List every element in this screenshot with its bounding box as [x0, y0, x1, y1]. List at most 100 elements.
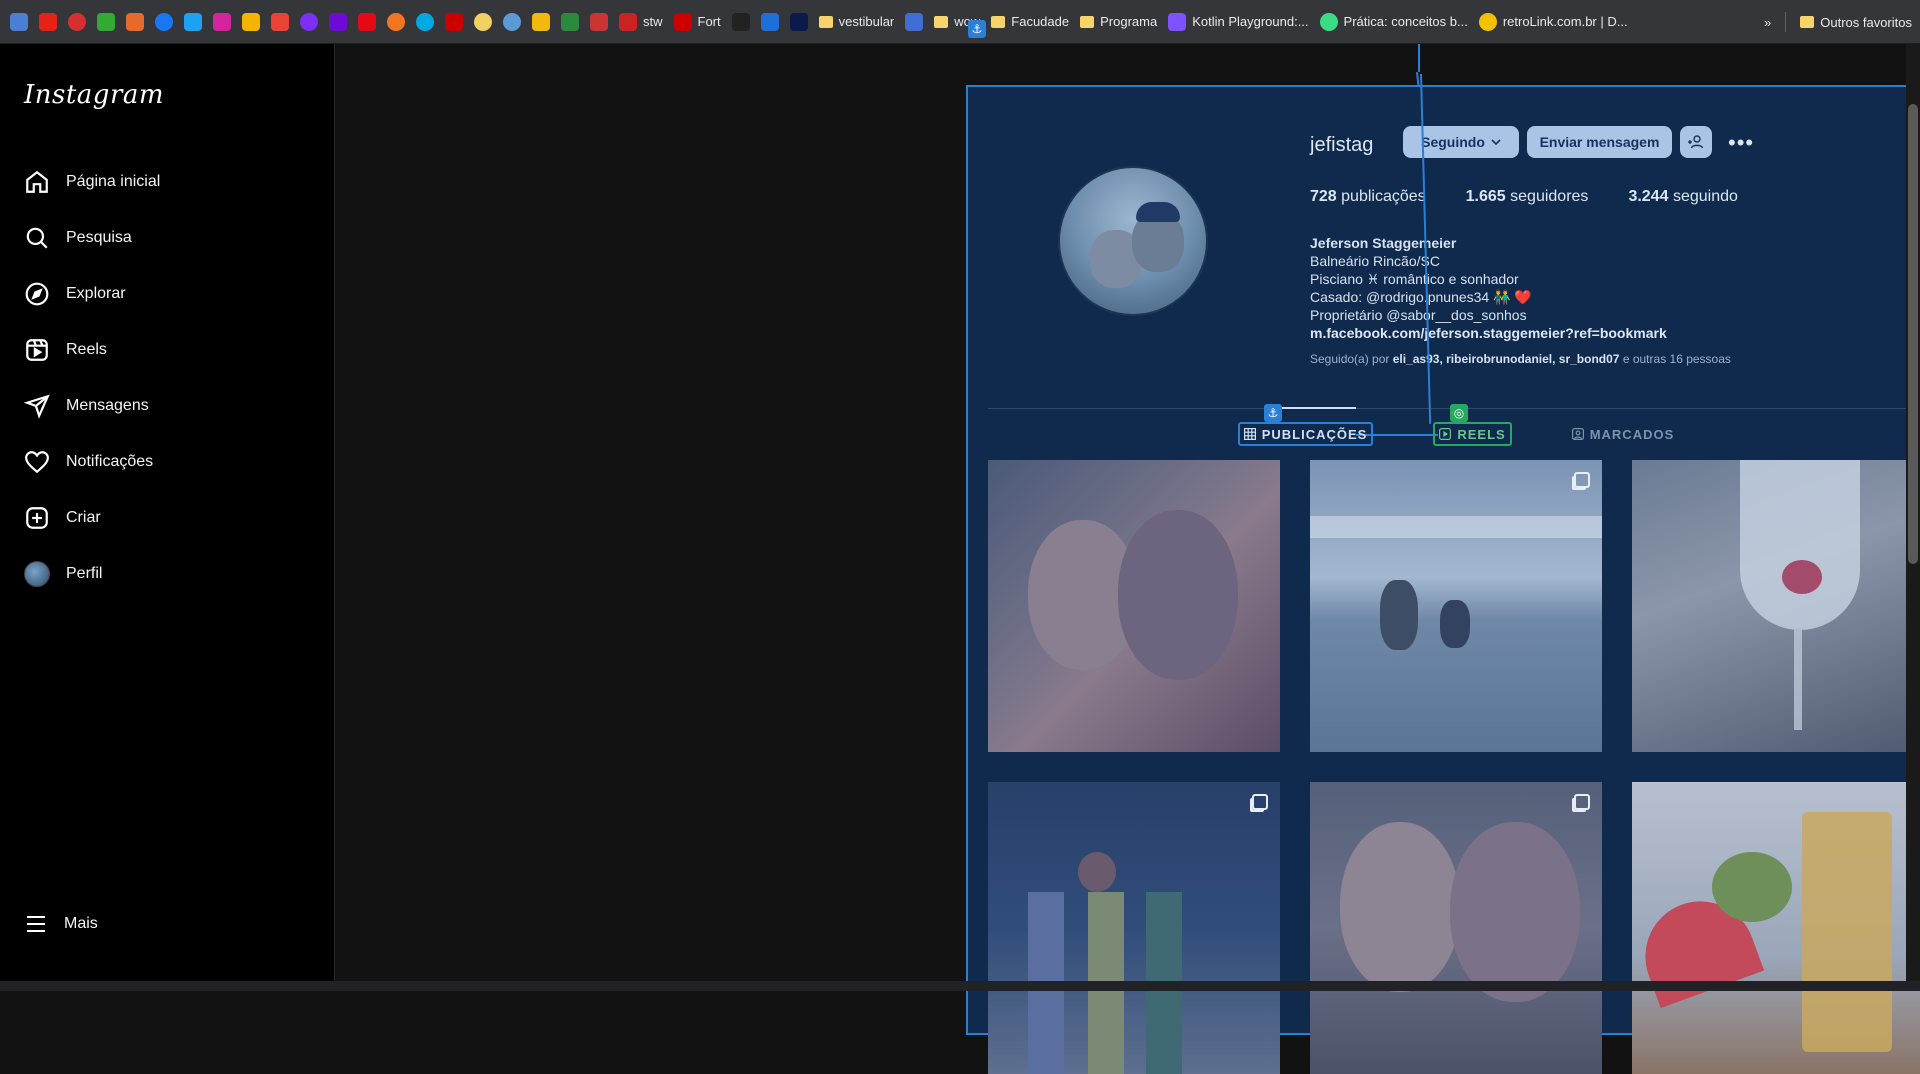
- carousel-icon: [1252, 794, 1268, 810]
- photos-icon[interactable]: [242, 13, 260, 31]
- carousel-icon: [1574, 794, 1590, 810]
- add-user-button[interactable]: [1680, 126, 1712, 158]
- anchor-icon: ⚓: [1264, 404, 1282, 422]
- bookmark-icon[interactable]: [503, 13, 521, 31]
- instagram-icon[interactable]: [213, 13, 231, 31]
- bookmark-icon[interactable]: [561, 13, 579, 31]
- binance-icon[interactable]: [532, 13, 550, 31]
- photo-subject: [1380, 580, 1418, 650]
- crunchyroll-icon[interactable]: [387, 13, 405, 31]
- photo-wave: [1310, 516, 1602, 538]
- plus-square-icon: [24, 505, 50, 531]
- bookmark-icon[interactable]: [474, 13, 492, 31]
- youtube-music-icon[interactable]: [68, 13, 86, 31]
- photo-subject: [1118, 510, 1238, 680]
- bio-line: Balneário Rincão/SC: [1310, 252, 1667, 270]
- following-stat[interactable]: 3.244 seguindo: [1628, 188, 1737, 206]
- slack-icon[interactable]: [97, 13, 115, 31]
- sidebar-item-messages[interactable]: Mensagens: [12, 378, 322, 434]
- sidebar-item-notifications[interactable]: Notificações: [12, 434, 322, 490]
- bookmark-retrolink[interactable]: retroLink.com.br | D...: [1479, 13, 1628, 31]
- target-icon: ◎: [1450, 404, 1468, 422]
- bio-full-name: Jeferson Staggemeier: [1310, 234, 1667, 252]
- active-tab-indicator: [1270, 407, 1356, 409]
- send-message-button[interactable]: Enviar mensagem: [1527, 126, 1672, 158]
- bookmark-pratica[interactable]: Prática: conceitos b...: [1320, 13, 1468, 31]
- bookmark-facudade[interactable]: Facudade: [991, 14, 1069, 29]
- tab-reels[interactable]: REELS: [1433, 422, 1511, 446]
- post-thumbnail[interactable]: [988, 460, 1280, 752]
- followed-by[interactable]: Seguido(a) por eli_as93, ribeirobrunodan…: [1310, 352, 1731, 366]
- post-thumbnail[interactable]: [1632, 460, 1920, 752]
- bookmark-icon[interactable]: [732, 13, 750, 31]
- avatar: [24, 561, 50, 587]
- scrollbar-thumb[interactable]: [1908, 104, 1918, 564]
- profile-stats: 728 publicações 1.665 seguidores 3.244 s…: [1310, 188, 1738, 206]
- post-thumbnail[interactable]: [988, 782, 1280, 1074]
- profile-bio: Jeferson Staggemeier Balneário Rincão/SC…: [1310, 234, 1667, 342]
- play-icon[interactable]: [445, 13, 463, 31]
- sidebar-item-home[interactable]: Página inicial: [12, 154, 322, 210]
- carousel-icon: [1574, 472, 1590, 488]
- profile-picture[interactable]: [1058, 166, 1208, 316]
- folder-icon: [934, 16, 948, 28]
- bookmarks-overflow-button[interactable]: »: [1764, 15, 1771, 30]
- post-thumbnail[interactable]: [1310, 782, 1602, 1074]
- taskbar: [0, 981, 1920, 991]
- bookmark-icon[interactable]: [905, 13, 923, 31]
- twitch-icon[interactable]: [300, 13, 318, 31]
- bookmark-fort[interactable]: Fort: [674, 13, 721, 31]
- bookmark-stw[interactable]: stw: [619, 13, 663, 31]
- photo-subject: [1078, 852, 1116, 892]
- divider: [1785, 12, 1786, 32]
- sidebar-item-search[interactable]: Pesquisa: [12, 210, 322, 266]
- prime-video-icon[interactable]: [416, 13, 434, 31]
- folder-icon: [1800, 16, 1814, 28]
- instagram-logo[interactable]: Instagram: [24, 80, 164, 110]
- bio-link[interactable]: m.facebook.com/jeferson.staggemeier?ref=…: [1310, 324, 1667, 342]
- tools-icon[interactable]: [126, 13, 144, 31]
- bio-line: Proprietário @sabor__dos_sonhos: [1310, 306, 1667, 324]
- google-translate-icon[interactable]: [10, 13, 28, 31]
- other-favorites-folder[interactable]: Outros favoritos: [1800, 15, 1912, 30]
- tab-posts[interactable]: PUBLICAÇÕES: [1238, 422, 1374, 446]
- folder-icon: [991, 16, 1005, 28]
- twitter-icon[interactable]: [184, 13, 202, 31]
- grid-icon: [1244, 428, 1256, 440]
- sidebar-item-reels[interactable]: Reels: [12, 322, 322, 378]
- sidebar-item-explore[interactable]: Explorar: [12, 266, 322, 322]
- folder-icon: [1080, 16, 1094, 28]
- profile-section: jefistag Seguindo Enviar mensagem ••• 72…: [988, 88, 1920, 1035]
- sidebar-item-profile[interactable]: Perfil: [12, 546, 322, 602]
- photo-grapes: [1712, 852, 1792, 922]
- post-thumbnail[interactable]: [1632, 782, 1920, 1074]
- scrollbar[interactable]: [1906, 44, 1920, 991]
- more-options-icon[interactable]: •••: [1728, 130, 1754, 156]
- folder-icon: [819, 16, 833, 28]
- sidebar-item-create[interactable]: Criar: [12, 490, 322, 546]
- following-button[interactable]: Seguindo: [1403, 126, 1519, 158]
- olx-icon[interactable]: [329, 13, 347, 31]
- heart-icon: [24, 449, 50, 475]
- bookmark-programa[interactable]: Programa: [1080, 14, 1157, 29]
- tab-tagged[interactable]: MARCADOS: [1572, 422, 1675, 446]
- sidebar-item-more[interactable]: Mais: [24, 912, 98, 936]
- compass-icon: [24, 281, 50, 307]
- bookmarks-right: » Outros favoritos: [1754, 0, 1912, 44]
- bookmark-icon[interactable]: [790, 13, 808, 31]
- netflix-icon[interactable]: [358, 13, 376, 31]
- post-thumbnail[interactable]: [1310, 460, 1602, 752]
- profile-photo-cap: [1136, 202, 1180, 222]
- youtube-icon[interactable]: [39, 13, 57, 31]
- bookmark-vestibular[interactable]: vestibular: [819, 14, 895, 29]
- bookmark-kotlin[interactable]: Kotlin Playground:...: [1168, 13, 1308, 31]
- bookmark-icon[interactable]: [761, 13, 779, 31]
- photo-glass: [1740, 460, 1860, 630]
- photo-subject: [1440, 600, 1470, 648]
- gmail-icon[interactable]: [271, 13, 289, 31]
- followers-stat[interactable]: 1.665 seguidores: [1466, 188, 1589, 206]
- facebook-icon[interactable]: [155, 13, 173, 31]
- profile-tabs: PUBLICAÇÕES REELS MARCADOS: [988, 422, 1920, 446]
- bookmark-icon[interactable]: [590, 13, 608, 31]
- search-icon: [24, 225, 50, 251]
